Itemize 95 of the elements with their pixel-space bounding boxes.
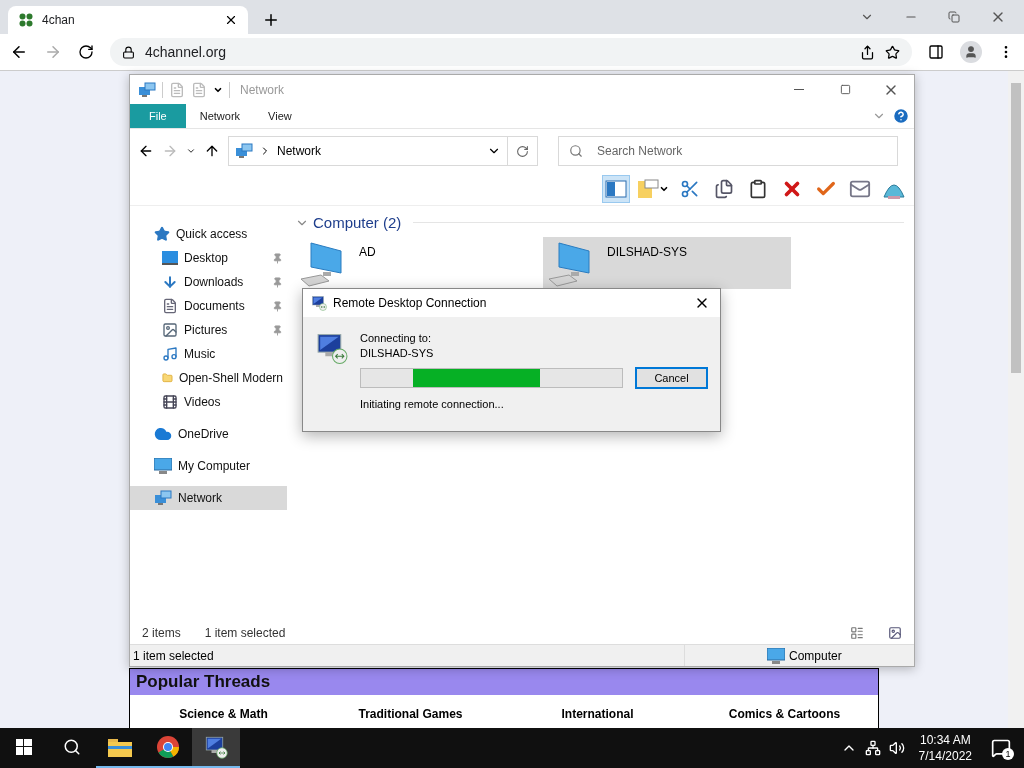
category-link[interactable]: Traditional Games <box>317 707 504 721</box>
windows-logo-icon <box>16 739 32 755</box>
connecting-label: Connecting to: <box>360 331 432 346</box>
nav-item[interactable]: Open-Shell Modern <box>130 366 287 390</box>
caret-icon <box>659 184 669 194</box>
bookmark-icon[interactable] <box>885 44 900 60</box>
envelope-icon <box>849 178 871 200</box>
clover-icon <box>18 12 34 28</box>
restore-icon[interactable] <box>948 11 960 23</box>
remote-desktop-icon <box>204 735 228 759</box>
network-icon <box>138 80 156 99</box>
clipboard-icon <box>748 179 768 199</box>
status-message: Initiating remote connection... <box>360 397 505 412</box>
desktop-icon <box>162 251 178 265</box>
document-icon <box>162 298 178 314</box>
music-icon <box>162 346 178 362</box>
monitor-icon <box>154 458 172 474</box>
new-tab-icon[interactable] <box>262 11 280 29</box>
nav-item[interactable]: Music <box>130 342 287 366</box>
download-icon <box>162 274 178 290</box>
ribbon-tab[interactable]: View <box>254 104 306 128</box>
nav-item[interactable]: Videos <box>130 390 287 414</box>
search-icon <box>569 144 583 158</box>
selection-info: 1 item selected <box>204 626 286 640</box>
share-icon[interactable] <box>860 44 875 60</box>
computer-item[interactable]: DILSHAD-SYS <box>543 237 791 289</box>
maximize-icon <box>839 84 851 95</box>
status-zone: Computer <box>789 648 842 663</box>
host-name: DILSHAD-SYS <box>360 346 435 361</box>
address-field[interactable]: Network <box>228 136 508 166</box>
scrollbar-thumb[interactable] <box>1011 83 1021 373</box>
pictures-icon <box>162 322 178 338</box>
star-icon <box>154 226 170 242</box>
refresh-icon <box>516 144 529 158</box>
nav-item[interactable]: My Computer <box>130 454 287 478</box>
browser-tab[interactable]: 4chan <box>8 6 248 34</box>
nav-item[interactable]: Quick access <box>130 222 287 246</box>
up-icon[interactable] <box>204 143 220 159</box>
note-icon <box>637 179 659 199</box>
lock-icon <box>122 45 135 59</box>
address-bar[interactable]: 4channel.org <box>110 38 912 66</box>
status-text: 1 item selected <box>133 648 214 663</box>
notification-icon <box>991 738 1011 758</box>
copy-icon <box>714 179 734 199</box>
side-panel-icon[interactable] <box>928 44 944 60</box>
refresh-button[interactable] <box>508 136 538 166</box>
window-title: Network <box>240 82 284 97</box>
cloud-icon <box>154 425 172 443</box>
nav-item[interactable]: Network <box>130 486 287 510</box>
taskbar-app[interactable] <box>192 728 240 768</box>
back-icon[interactable] <box>138 143 154 159</box>
back-icon[interactable] <box>10 43 28 61</box>
layout-icon <box>605 180 627 198</box>
tiles-view-icon[interactable] <box>888 626 902 640</box>
help-icon[interactable] <box>892 107 910 125</box>
ribbon-tab[interactable]: Network <box>185 104 255 128</box>
category-link[interactable]: Science & Math <box>130 707 317 721</box>
cancel-button[interactable]: Cancel <box>635 367 708 389</box>
category-link[interactable]: International <box>504 707 691 721</box>
item-count: 2 items <box>142 626 181 640</box>
details-view-icon[interactable] <box>850 626 864 640</box>
reload-icon[interactable] <box>78 44 94 60</box>
time-text: 10:34 AM <box>919 732 971 748</box>
nav-item[interactable]: Desktop <box>130 246 287 270</box>
dialog-title: Remote Desktop Connection <box>333 296 487 310</box>
nav-item[interactable]: Pictures <box>130 318 287 342</box>
network-icon <box>235 142 253 160</box>
folder-icon <box>108 737 132 757</box>
remote-desktop-icon <box>311 295 327 311</box>
clock[interactable]: 10:34 AM 7/14/2022 <box>912 732 978 764</box>
remote-desktop-icon <box>315 331 348 365</box>
search-icon <box>63 738 81 756</box>
volume-icon[interactable] <box>888 740 905 756</box>
search-field[interactable]: Search Network <box>558 136 898 166</box>
date-text: 7/14/2022 <box>918 748 972 764</box>
profile-avatar[interactable] <box>960 41 982 63</box>
nav-item[interactable]: Documents <box>130 294 287 318</box>
category-link[interactable]: Comics & Cartoons <box>691 707 878 721</box>
minimize-icon <box>794 89 804 90</box>
recent-icon[interactable] <box>186 146 196 156</box>
browser-icon <box>156 735 180 759</box>
notification-button[interactable]: 1 <box>986 733 1016 763</box>
user-icon <box>964 45 978 59</box>
nav-item[interactable]: OneDrive <box>130 422 287 446</box>
film-icon <box>162 394 178 410</box>
nav-item[interactable]: Downloads <box>130 270 287 294</box>
network-icon <box>154 489 172 507</box>
network-icon[interactable] <box>864 740 881 756</box>
group-heading: Computer (2) <box>313 214 402 231</box>
notification-badge: 1 <box>1002 748 1014 760</box>
close-icon[interactable] <box>224 13 238 27</box>
threads-heading: Popular Threads <box>130 669 878 695</box>
computer-item[interactable]: AD <box>295 237 543 289</box>
monitor-icon <box>767 647 785 664</box>
scissors-icon <box>680 179 700 199</box>
